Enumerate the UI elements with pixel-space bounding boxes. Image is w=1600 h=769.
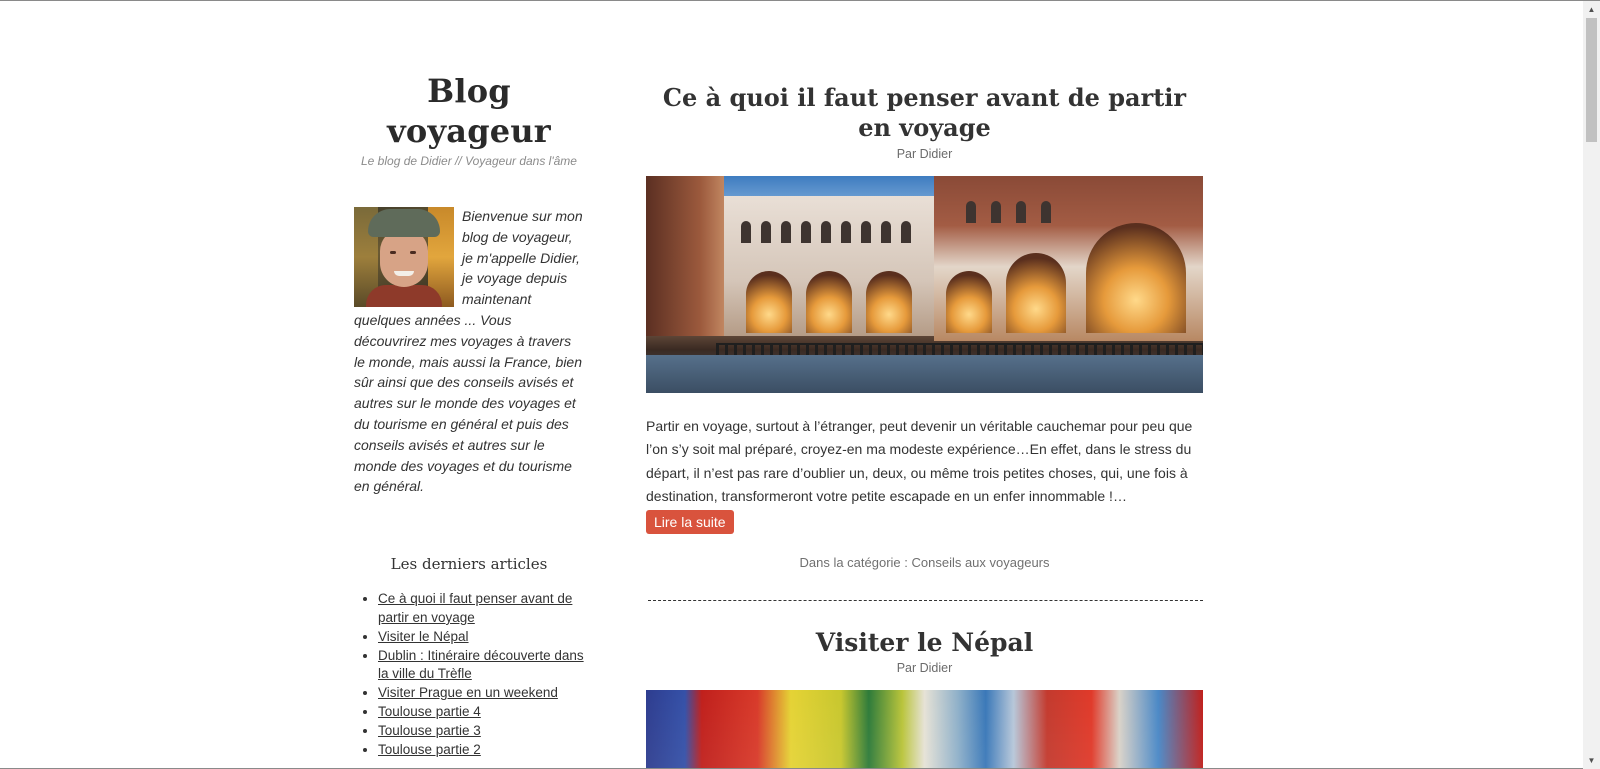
scrollbar-thumb[interactable] (1586, 18, 1597, 142)
recent-post-link[interactable]: Ce à quoi il faut penser avant de partir… (378, 591, 572, 625)
list-item: Toulouse partie 2 (378, 741, 584, 760)
post-excerpt: Partir en voyage, surtout à l’étranger, … (646, 415, 1203, 534)
author-intro: Bienvenue sur mon blog de voyageur, je m… (354, 206, 584, 497)
author-avatar (354, 207, 454, 307)
scroll-up-icon[interactable]: ▲ (1583, 1, 1600, 18)
post-article: Visiter le Népal Par Didier (646, 628, 1203, 769)
sidebar: Blog voyageur Le blog de Didier // Voyag… (354, 71, 584, 759)
post-excerpt-text: Partir en voyage, surtout à l’étranger, … (646, 418, 1193, 505)
list-item: Toulouse partie 3 (378, 722, 584, 741)
recent-post-link[interactable]: Toulouse partie 2 (378, 742, 481, 757)
post-title[interactable]: Ce à quoi il faut penser avant de partir… (646, 83, 1203, 143)
list-item: Visiter Prague en un weekend (378, 684, 584, 703)
list-item: Ce à quoi il faut penser avant de partir… (378, 590, 584, 628)
recent-posts-title: Les derniers articles (390, 555, 548, 574)
post-featured-image[interactable] (646, 690, 1203, 769)
post-title[interactable]: Visiter le Népal (646, 628, 1203, 658)
recent-post-link[interactable]: Toulouse partie 3 (378, 723, 481, 738)
recent-posts-widget: Les derniers articles Ce à quoi il faut … (354, 555, 584, 759)
post-author: Par Didier (896, 147, 953, 161)
posts-column: Ce à quoi il faut penser avant de partir… (646, 83, 1203, 769)
list-item: Dublin : Itinéraire découverte dans la v… (378, 647, 584, 685)
recent-post-link[interactable]: Toulouse partie 4 (378, 704, 481, 719)
post-category[interactable]: Dans la catégorie : Conseils aux voyageu… (646, 555, 1203, 570)
site-title[interactable]: Blog voyageur (354, 71, 584, 151)
post-author: Par Didier (896, 661, 953, 676)
site-tagline: Le blog de Didier // Voyageur dans l'âme (361, 154, 577, 168)
list-item: Toulouse partie 4 (378, 703, 584, 722)
list-item: Visiter le Népal (378, 628, 584, 647)
post-article: Ce à quoi il faut penser avant de partir… (646, 83, 1203, 570)
recent-post-link[interactable]: Dublin : Itinéraire découverte dans la v… (378, 648, 584, 682)
vertical-scrollbar[interactable]: ▲ ▼ (1583, 1, 1600, 769)
recent-post-link[interactable]: Visiter le Népal (378, 629, 469, 644)
recent-post-link[interactable]: Visiter Prague en un weekend (378, 685, 558, 700)
scroll-down-icon[interactable]: ▼ (1583, 752, 1600, 769)
post-separator (648, 600, 1203, 602)
recent-posts-list: Ce à quoi il faut penser avant de partir… (354, 590, 584, 759)
post-featured-image[interactable] (646, 176, 1203, 393)
read-more-button[interactable]: Lire la suite (646, 509, 734, 534)
